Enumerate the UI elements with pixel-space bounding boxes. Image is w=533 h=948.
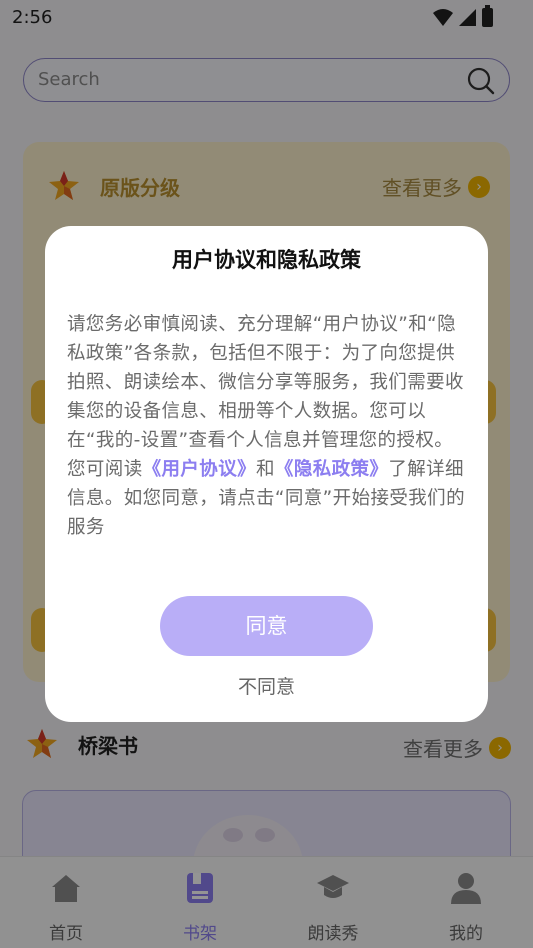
privacy-dialog: 用户协议和隐私政策 请您务必审慎阅读、充分理解“用户协议”和“隐私政策”各条款，… — [45, 226, 488, 722]
dialog-paragraph: 请您务必审慎阅读、充分理解“用户协议”和“隐私政策”各条款，包括但不限于：为了向… — [67, 314, 464, 451]
dialog-text: 和 — [256, 459, 275, 480]
dialog-title: 用户协议和隐私政策 — [172, 248, 361, 272]
agree-button[interactable]: 同意 — [160, 596, 373, 656]
disagree-button[interactable]: 不同意 — [45, 672, 488, 699]
dialog-text: 您可阅读 — [67, 459, 143, 480]
dialog-body: 请您务必审慎阅读、充分理解“用户协议”和“隐私政策”各条款，包括但不限于：为了向… — [67, 310, 467, 542]
user-agreement-link[interactable]: 《用户协议》 — [143, 459, 256, 480]
privacy-policy-link[interactable]: 《隐私政策》 — [275, 459, 388, 480]
